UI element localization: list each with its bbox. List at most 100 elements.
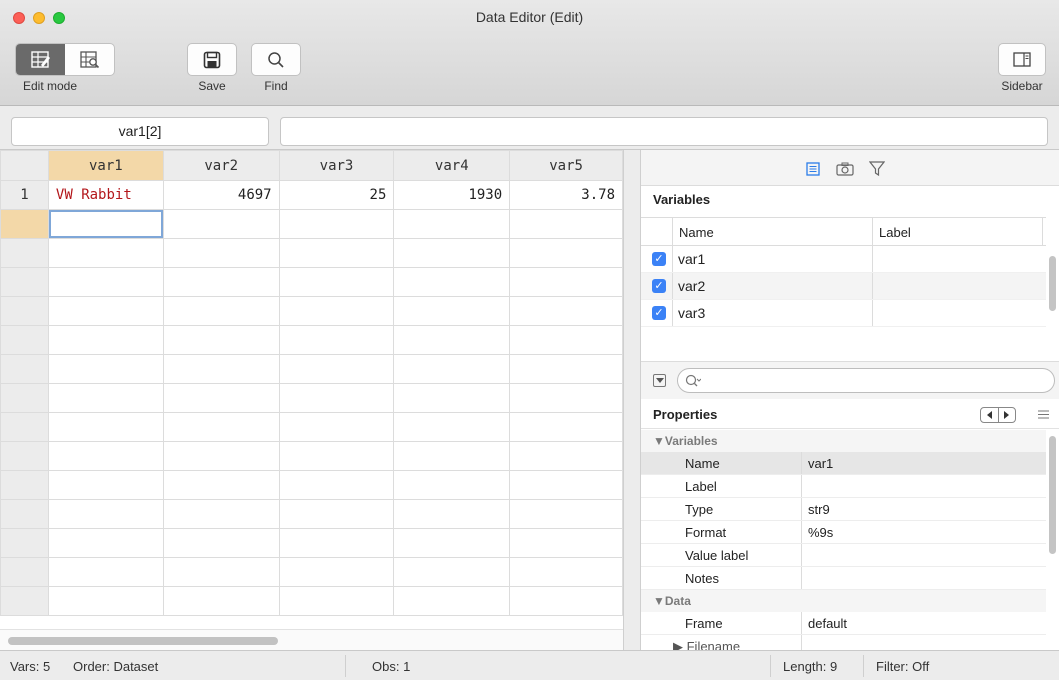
corner-header[interactable] xyxy=(0,150,49,181)
table-cell[interactable] xyxy=(47,383,164,413)
table-cell[interactable] xyxy=(509,296,623,326)
row-number[interactable] xyxy=(0,528,49,558)
property-value[interactable]: var1 xyxy=(808,456,833,471)
table-cell[interactable] xyxy=(278,470,395,500)
row-number[interactable] xyxy=(0,470,49,500)
menu-lines-icon[interactable] xyxy=(1037,409,1050,420)
table-cell[interactable] xyxy=(509,412,623,442)
property-value[interactable]: default xyxy=(808,616,847,631)
table-cell[interactable] xyxy=(162,267,280,297)
table-cell[interactable] xyxy=(278,354,395,384)
property-row[interactable]: Value label xyxy=(641,544,1046,567)
row-number[interactable] xyxy=(0,383,49,413)
table-cell[interactable] xyxy=(393,209,511,239)
active-cell[interactable] xyxy=(47,209,164,239)
table-cell[interactable] xyxy=(393,267,511,297)
save-button[interactable] xyxy=(187,43,237,76)
table-cell[interactable] xyxy=(393,296,511,326)
table-cell[interactable] xyxy=(162,209,280,239)
variable-row[interactable]: ✓ var2 xyxy=(641,273,1046,300)
table-cell[interactable] xyxy=(278,412,395,442)
table-cell[interactable] xyxy=(47,296,164,326)
row-number[interactable] xyxy=(0,296,49,326)
table-cell[interactable] xyxy=(162,412,280,442)
property-navigation-control[interactable] xyxy=(980,407,1016,423)
table-cell[interactable] xyxy=(47,238,164,268)
table-cell[interactable] xyxy=(509,238,623,268)
next-variable-button[interactable] xyxy=(999,408,1016,422)
table-cell[interactable] xyxy=(278,383,395,413)
row-number[interactable] xyxy=(0,441,49,471)
table-cell[interactable] xyxy=(47,267,164,297)
table-cell[interactable] xyxy=(278,557,395,587)
table-cell[interactable] xyxy=(278,267,395,297)
column-header-var5[interactable]: var5 xyxy=(509,150,623,181)
table-cell[interactable] xyxy=(278,296,395,326)
property-row[interactable]: Frame default xyxy=(641,612,1046,635)
table-cell[interactable] xyxy=(509,528,623,558)
table-cell[interactable] xyxy=(47,528,164,558)
table-cell[interactable] xyxy=(393,528,511,558)
table-cell[interactable] xyxy=(393,354,511,384)
table-cell[interactable] xyxy=(393,470,511,500)
property-value[interactable]: %9s xyxy=(808,525,833,540)
cell-value-input[interactable] xyxy=(280,117,1048,146)
table-cell[interactable] xyxy=(509,209,623,239)
row-number[interactable] xyxy=(0,412,49,442)
table-cell[interactable] xyxy=(162,325,280,355)
table-cell[interactable] xyxy=(47,499,164,529)
property-row[interactable]: Name var1 xyxy=(641,452,1046,475)
edit-mode-segmented-control[interactable] xyxy=(15,43,115,76)
table-cell[interactable] xyxy=(509,325,623,355)
table-cell[interactable] xyxy=(393,499,511,529)
table-cell[interactable] xyxy=(47,325,164,355)
column-header-var1[interactable]: var1 xyxy=(47,150,164,181)
column-header-var4[interactable]: var4 xyxy=(393,150,511,181)
find-button[interactable] xyxy=(251,43,301,76)
property-row[interactable]: Type str9 xyxy=(641,498,1046,521)
table-cell[interactable] xyxy=(393,441,511,471)
table-cell[interactable] xyxy=(393,586,511,616)
properties-scroll-thumb[interactable] xyxy=(1049,436,1056,554)
table-cell[interactable] xyxy=(162,470,280,500)
browse-mode-button[interactable] xyxy=(65,44,114,75)
name-column-header[interactable]: Name xyxy=(679,225,714,240)
property-row[interactable]: ▶ Filename xyxy=(641,635,1046,650)
table-cell[interactable] xyxy=(509,441,623,471)
visibility-checkbox[interactable]: ✓ xyxy=(652,306,666,320)
row-number[interactable] xyxy=(0,499,49,529)
table-cell[interactable] xyxy=(278,499,395,529)
table-cell[interactable] xyxy=(509,499,623,529)
table-cell[interactable] xyxy=(509,354,623,384)
row-number[interactable] xyxy=(0,325,49,355)
table-cell[interactable]: 4697 xyxy=(162,180,280,210)
table-cell[interactable] xyxy=(162,238,280,268)
property-value[interactable]: str9 xyxy=(808,502,830,517)
row-number[interactable] xyxy=(0,238,49,268)
table-cell[interactable] xyxy=(278,528,395,558)
table-cell[interactable] xyxy=(162,383,280,413)
table-cell[interactable] xyxy=(278,441,395,471)
edit-mode-button[interactable] xyxy=(16,44,65,75)
property-row[interactable]: Label xyxy=(641,475,1046,498)
table-cell[interactable]: 1930 xyxy=(393,180,511,210)
row-number[interactable] xyxy=(0,209,49,239)
table-cell[interactable] xyxy=(162,557,280,587)
table-cell[interactable] xyxy=(47,412,164,442)
table-cell[interactable] xyxy=(162,528,280,558)
table-cell[interactable] xyxy=(509,267,623,297)
variables-property-group[interactable]: ▼Variables xyxy=(641,430,1046,452)
pane-splitter[interactable] xyxy=(623,150,641,650)
table-cell[interactable]: 3.78 xyxy=(509,180,623,210)
previous-variable-button[interactable] xyxy=(981,408,999,422)
visibility-checkbox[interactable]: ✓ xyxy=(652,252,666,266)
filter-menu-icon[interactable] xyxy=(653,374,666,387)
table-cell[interactable] xyxy=(393,557,511,587)
variable-row[interactable]: ✓ var3 xyxy=(641,300,1046,327)
table-cell[interactable] xyxy=(393,383,511,413)
table-cell[interactable] xyxy=(509,383,623,413)
table-cell[interactable] xyxy=(47,354,164,384)
row-number[interactable] xyxy=(0,354,49,384)
table-cell[interactable]: 25 xyxy=(278,180,395,210)
table-cell[interactable] xyxy=(47,441,164,471)
